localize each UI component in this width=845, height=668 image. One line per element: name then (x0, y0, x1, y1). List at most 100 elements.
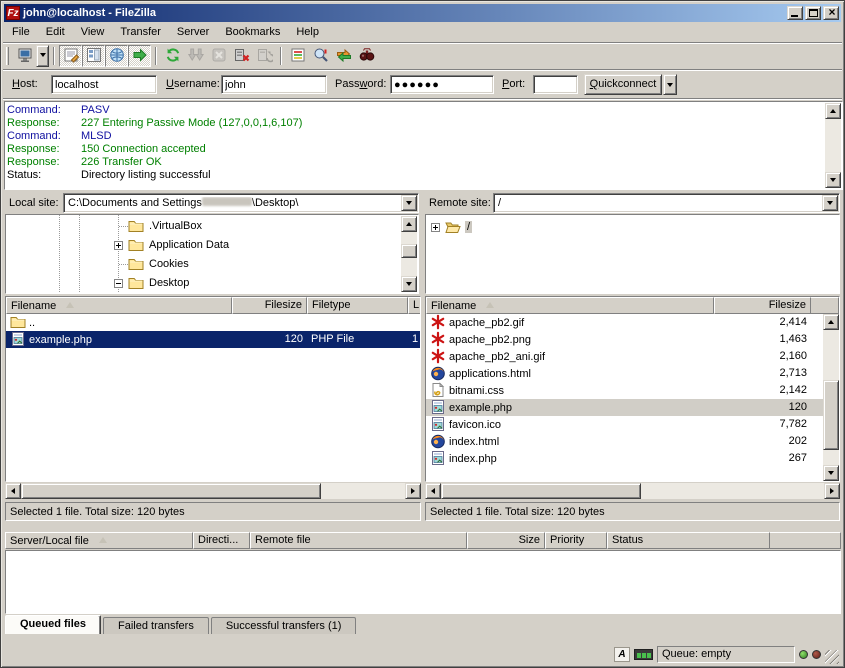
tree-item-cookies[interactable]: Cookies (6, 255, 418, 274)
column-header-serverlocalfile[interactable]: Server/Local file (5, 532, 193, 549)
log-scrollbar[interactable] (825, 103, 841, 188)
minimize-button[interactable] (787, 6, 803, 20)
tree-item-label: Desktop (147, 277, 191, 289)
toolbar-separator (280, 47, 282, 65)
arrow-down-icon (406, 282, 412, 289)
scroll-left-button[interactable] (5, 483, 21, 499)
file-row[interactable]: applications.html2,713 (426, 365, 823, 382)
synchronized-browsing-button[interactable] (332, 45, 355, 67)
column-header-filesize[interactable]: Filesize (232, 297, 307, 314)
remote-site-combobox[interactable]: / (493, 193, 840, 213)
toggle-remote-tree-button[interactable] (105, 45, 128, 67)
menu-edit[interactable]: Edit (38, 24, 73, 40)
username-input[interactable] (221, 75, 327, 94)
toggle-log-view-button[interactable] (59, 45, 82, 67)
scrollbar-thumb[interactable] (823, 380, 839, 450)
scrollbar-thumb[interactable] (441, 483, 641, 499)
file-size: 1,463 (714, 331, 811, 348)
file-size: 2,142 (714, 382, 811, 399)
scroll-down-button[interactable] (823, 465, 839, 481)
site-manager-dropdown-button[interactable] (36, 45, 49, 67)
column-header-status[interactable]: Status (607, 532, 770, 549)
local-tree-scrollbar[interactable] (401, 216, 417, 292)
refresh-button[interactable] (161, 45, 184, 67)
file-row[interactable]: example.php120PHP File1 (6, 331, 420, 348)
close-button[interactable]: × (823, 6, 839, 20)
column-header-directi[interactable]: Directi... (193, 532, 250, 549)
tree-item-root[interactable]: / (426, 218, 839, 237)
scroll-down-button[interactable] (825, 172, 841, 188)
local-list-hscrollbar[interactable] (5, 483, 421, 499)
scroll-up-button[interactable] (823, 314, 839, 330)
file-row[interactable]: favicon.ico7,782 (426, 416, 823, 433)
menu-bookmarks[interactable]: Bookmarks (217, 24, 288, 40)
menu-transfer[interactable]: Transfer (112, 24, 169, 40)
site-manager-button[interactable] (13, 45, 36, 67)
scroll-right-button[interactable] (405, 483, 421, 499)
column-header-filetype[interactable]: Filetype (307, 297, 408, 314)
tree-item-desktop[interactable]: Desktop (6, 274, 418, 293)
file-row[interactable]: apache_pb2.png1,463 (426, 331, 823, 348)
remote-list-scrollbar[interactable] (823, 314, 839, 481)
tree-expander-icon[interactable] (114, 279, 123, 288)
password-input[interactable] (390, 75, 494, 94)
tab-failed-transfers[interactable]: Failed transfers (103, 617, 209, 634)
scroll-left-button[interactable] (425, 483, 441, 499)
menu-view[interactable]: View (73, 24, 113, 40)
toggle-queue-view-button[interactable] (128, 45, 151, 67)
local-site-dropdown-button[interactable] (401, 195, 417, 211)
quickconnect-button[interactable]: Quickconnect (584, 74, 662, 95)
tree-item-virtualbox[interactable]: .VirtualBox (6, 217, 418, 236)
scroll-right-button[interactable] (824, 483, 840, 499)
file-row[interactable]: apache_pb2.gif2,414 (426, 314, 823, 331)
file-row[interactable]: apache_pb2_ani.gif2,160 (426, 348, 823, 365)
file-row[interactable]: example.php120 (426, 399, 823, 416)
column-header-filesize[interactable]: Filesize (714, 297, 811, 314)
directory-filters-button[interactable] (286, 45, 309, 67)
title-bar[interactable]: Fz john@localhost - FileZilla × (4, 4, 841, 22)
tree-item-applicationdata[interactable]: Application Data (6, 236, 418, 255)
file-row[interactable]: bitnami.css2,142 (426, 382, 823, 399)
menu-file[interactable]: File (4, 24, 38, 40)
scroll-up-button[interactable] (401, 216, 417, 232)
scroll-down-button[interactable] (401, 276, 417, 292)
menu-server[interactable]: Server (169, 24, 217, 40)
port-input[interactable] (533, 75, 578, 94)
process-queue-button (184, 45, 207, 67)
find-files-button[interactable] (355, 45, 378, 67)
column-header-filename[interactable]: Filename (6, 297, 232, 314)
disconnect-button[interactable] (230, 45, 253, 67)
menu-help[interactable]: Help (288, 24, 327, 40)
column-header-filler (770, 532, 841, 549)
compare-directories-icon (313, 47, 329, 66)
local-site-combobox[interactable]: C:\Documents and Settings\Desktop\ (63, 193, 419, 213)
resize-grip[interactable] (825, 650, 839, 664)
tree-expander-icon[interactable] (114, 241, 123, 250)
column-header-filename[interactable]: Filename (426, 297, 714, 314)
file-name: index.html (426, 433, 714, 450)
remote-list-hscrollbar[interactable] (425, 483, 840, 499)
compare-directories-button[interactable] (309, 45, 332, 67)
scrollbar-thumb[interactable] (21, 483, 321, 499)
quickconnect-dropdown-button[interactable] (663, 74, 677, 95)
remote-site-dropdown-button[interactable] (822, 195, 838, 211)
tab-successful-transfers-[interactable]: Successful transfers (1) (211, 617, 357, 634)
column-header-size[interactable]: Size (467, 532, 545, 549)
maximize-button[interactable] (805, 6, 821, 20)
tab-queued-files[interactable]: Queued files (5, 615, 101, 634)
column-header-remotefile[interactable]: Remote file (250, 532, 467, 549)
file-row[interactable]: .. (6, 314, 420, 331)
file-row[interactable]: index.html202 (426, 433, 823, 450)
column-header-priority[interactable]: Priority (545, 532, 607, 549)
file-name: index.php (426, 450, 714, 467)
scroll-up-button[interactable] (825, 103, 841, 119)
scrollbar-thumb[interactable] (401, 244, 417, 258)
file-row[interactable]: index.php267 (426, 450, 823, 467)
tree-expander-icon[interactable] (431, 223, 440, 232)
log-line: Response:150 Connection accepted (7, 143, 822, 156)
host-input[interactable] (51, 75, 157, 94)
php-icon (430, 450, 446, 466)
file-size: 267 (714, 450, 811, 467)
column-header-l[interactable]: L (408, 297, 421, 314)
toggle-local-tree-button[interactable] (82, 45, 105, 67)
